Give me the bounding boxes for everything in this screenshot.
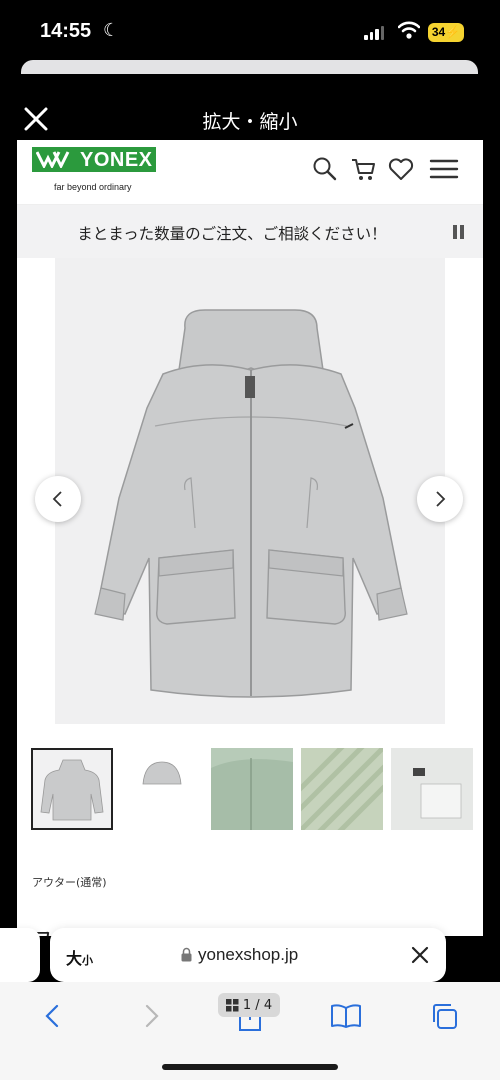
sheet-background	[21, 60, 478, 74]
thumbnail-5[interactable]	[391, 748, 473, 830]
tagline: far beyond ordinary	[54, 182, 132, 192]
thumbnail-strip	[17, 748, 483, 842]
text-size-button[interactable]: 大小	[66, 945, 93, 969]
zoom-header: 拡大・縮小	[0, 95, 500, 145]
hood-thumbnail-image	[121, 748, 203, 830]
product-category: アウター(通常)	[17, 842, 483, 896]
address-bar[interactable]: 大小 yonexshop.jp	[50, 928, 446, 982]
thumbnail-3[interactable]	[211, 748, 293, 830]
url-text[interactable]: yonexshop.jp	[198, 945, 298, 965]
webpage: YONEX far beyond ordinary まとまった数量のご注文、ご相…	[17, 140, 483, 936]
thumbnail-2[interactable]	[121, 748, 203, 830]
thumbnail-1[interactable]	[31, 748, 113, 830]
chevron-right-icon	[436, 491, 446, 507]
page-indicator-text: 1 / 4	[242, 997, 273, 1013]
text-size-large: 大	[66, 949, 83, 968]
battery-indicator: 34⚡	[428, 23, 464, 42]
chevron-left-icon	[45, 1004, 59, 1028]
battery-level: 34	[431, 25, 446, 39]
tabs-button[interactable]	[426, 998, 462, 1034]
next-image-button[interactable]	[417, 476, 463, 522]
yonex-logo[interactable]: YONEX	[32, 147, 156, 172]
chevron-right-icon	[145, 1004, 159, 1028]
previous-tab-peek[interactable]	[0, 928, 40, 982]
wifi-icon	[398, 21, 420, 39]
clock: 14:55	[40, 20, 92, 42]
site-header: YONEX far beyond ordinary	[17, 140, 483, 204]
page-indicator[interactable]: 1 / 4	[218, 993, 280, 1017]
jacket-illustration	[94, 309, 408, 698]
heart-icon[interactable]	[387, 155, 415, 183]
tabs-icon	[433, 1004, 457, 1029]
back-button[interactable]	[34, 998, 70, 1034]
promo-text: まとまった数量のご注文、ご相談ください！	[77, 225, 387, 243]
product-gallery	[17, 258, 483, 748]
chevron-left-icon	[52, 491, 62, 507]
forward-button[interactable]	[134, 998, 170, 1034]
logo-text: YONEX	[80, 149, 153, 171]
status-bar: 14:55 ☾ 34⚡	[0, 0, 500, 62]
thumbnail-4[interactable]	[301, 748, 383, 830]
menu-icon[interactable]	[429, 155, 459, 183]
fabric-thumbnail-image	[301, 748, 383, 830]
pages-grid-icon	[225, 998, 239, 1011]
green-jacket-thumbnail-image	[211, 748, 293, 830]
cellular-signal-icon	[364, 26, 384, 40]
yonex-logo-mark	[36, 151, 70, 168]
previous-image-button[interactable]	[35, 476, 81, 522]
category-label: アウター(通常)	[32, 876, 107, 889]
book-icon	[331, 1004, 361, 1028]
text-size-small: 小	[82, 954, 94, 967]
home-indicator[interactable]	[162, 1064, 338, 1070]
cart-icon[interactable]	[350, 155, 378, 183]
detail-thumbnail-image	[391, 748, 473, 830]
bookmarks-button[interactable]	[328, 998, 364, 1034]
close-icon[interactable]	[410, 945, 430, 965]
promo-banner[interactable]: まとまった数量のご注文、ご相談ください！	[17, 204, 483, 258]
jacket-thumbnail-image	[33, 750, 111, 828]
search-icon[interactable]	[311, 155, 339, 183]
focus-moon-icon: ☾	[103, 20, 120, 41]
product-main-image[interactable]	[55, 258, 445, 724]
pause-icon[interactable]	[453, 225, 465, 239]
zoom-title: 拡大・縮小	[202, 111, 298, 133]
lock-icon	[181, 947, 192, 962]
